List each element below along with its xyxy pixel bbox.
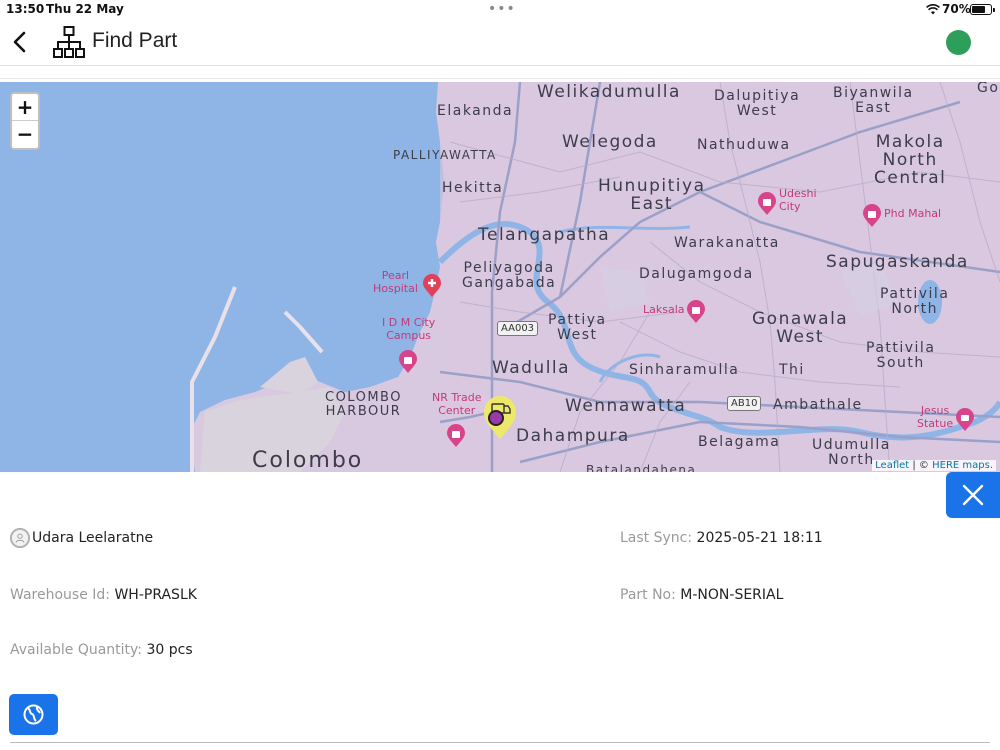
map-label-batalandahena: Batalandahena: [586, 463, 697, 472]
avatar-icon: [10, 528, 30, 548]
landmark-poi-icon[interactable]: [955, 408, 975, 432]
back-button[interactable]: [6, 26, 34, 58]
close-icon: [962, 484, 984, 506]
shopping-poi-icon[interactable]: [686, 300, 706, 324]
map-label-hekitta: Hekitta: [442, 180, 504, 196]
hospital-poi-icon[interactable]: [422, 274, 442, 298]
last-sync-label: Last Sync:: [620, 530, 693, 546]
warehouse-id: Warehouse Id: WH-PRASLK: [10, 587, 197, 603]
poi-label-phd-mahal: Phd Mahal: [884, 207, 942, 220]
available-quantity-value: 30 pcs: [146, 642, 193, 658]
map-label-peliyagoda-gangabada: Peliyagoda Gangabada: [462, 260, 557, 291]
map-label-colombo-harbour: COLOMBO HARBOUR: [325, 390, 402, 419]
map-label-sapugaskanda: Sapugaskanda: [826, 252, 969, 272]
map-view[interactable]: Welikadumulla Elakanda Dalupitiya West B…: [0, 82, 1000, 472]
map-label-welegoda: Welegoda: [562, 132, 658, 152]
connection-status-indicator: [946, 30, 971, 55]
map-label-wadulla: Wadulla: [492, 358, 571, 378]
poi-label-jesus-statue: Jesus Statue: [917, 404, 954, 430]
map-label-telangapatha: Telangapatha: [478, 225, 611, 245]
map-label-gonawala-west: Gonawala West: [752, 309, 849, 347]
part-number-value: M-NON-SERIAL: [680, 587, 784, 603]
map-label-dalupitiya-west: Dalupitiya West: [714, 88, 801, 119]
school-poi-icon[interactable]: [398, 350, 418, 374]
map-label-sinharamulla: Sinharamulla: [629, 362, 740, 378]
zoom-in-button[interactable]: +: [12, 94, 38, 121]
warehouse-id-label: Warehouse Id:: [10, 587, 110, 603]
poi-label-nr-trade-center: NR Trade Center: [432, 391, 482, 417]
map-label-go: Go: [977, 82, 1000, 96]
map-label-welikadumulla: Welikadumulla: [537, 82, 681, 102]
available-quantity-label: Available Quantity:: [10, 642, 143, 658]
map-label-biyanwila-east: Biyanwila East: [833, 85, 914, 116]
user-name: Udara Leelaratne: [32, 530, 154, 546]
shopping-poi-icon[interactable]: [446, 424, 466, 448]
map-label-elakanda: Elakanda: [437, 103, 514, 119]
map-label-belagama: Belagama: [698, 434, 781, 450]
attribution-separator: | ©: [909, 460, 933, 471]
map-label-pattivila-south: Pattivila South: [866, 340, 936, 371]
poi-label-pearl-hospital: Pearl Hospital: [373, 269, 418, 295]
map-label-dalugamgoda: Dalugamgoda: [639, 266, 754, 282]
map-label-makola-north-central: Makola North Central: [874, 132, 947, 188]
poi-label-laksala: Laksala: [643, 303, 685, 316]
last-sync-value: 2025-05-21 18:11: [696, 530, 823, 546]
hierarchy-icon: [53, 26, 85, 58]
map-label-warakanatta: Warakanatta: [674, 235, 780, 251]
leaflet-link[interactable]: Leaflet: [875, 460, 909, 471]
divider: [0, 78, 1000, 79]
close-map-button[interactable]: [946, 472, 1000, 518]
map-label-pattivila-north: Pattivila North: [880, 286, 950, 317]
last-sync: Last Sync: 2025-05-21 18:11: [620, 530, 823, 546]
battery-icon: [970, 4, 995, 15]
shopping-poi-icon[interactable]: [862, 204, 882, 228]
map-label-pattiya-west: Pattiya West: [548, 312, 607, 343]
bottom-divider: [10, 742, 990, 743]
part-number-label: Part No:: [620, 587, 676, 603]
zoom-out-button[interactable]: −: [12, 121, 38, 148]
part-location-marker-icon[interactable]: [482, 394, 518, 440]
multitasking-dots-icon[interactable]: •••: [488, 1, 516, 17]
poi-label-udeshi-city: Udeshi City: [779, 187, 817, 213]
map-label-ambathale: Ambathale: [773, 397, 863, 413]
poi-label-idm-city-campus: I D M City Campus: [382, 316, 436, 342]
status-date: Thu 22 May: [46, 2, 124, 16]
map-label-palliyawatta: PALLIYAWATTA: [393, 148, 497, 162]
part-number: Part No: M-NON-SERIAL: [620, 587, 783, 603]
shopping-poi-icon[interactable]: [757, 192, 777, 216]
available-quantity: Available Quantity: 30 pcs: [10, 642, 193, 658]
here-maps-link[interactable]: HERE maps.: [932, 460, 993, 471]
page-title: Find Part: [92, 29, 178, 52]
status-bar: 13:50 Thu 22 May ••• 70%: [0, 0, 1000, 20]
battery-percentage: 70%: [942, 2, 971, 16]
zoom-control: + −: [10, 92, 40, 150]
map-label-nathuduwa: Nathuduwa: [697, 137, 791, 153]
globe-icon: [23, 704, 44, 725]
road-shield-aa003: AA003: [497, 321, 539, 336]
show-on-map-button[interactable]: [9, 694, 58, 735]
map-label-thi: Thi: [779, 362, 805, 378]
map-attribution: Leaflet | © HERE maps.: [872, 460, 996, 471]
warehouse-id-value: WH-PRASLK: [114, 587, 197, 603]
app-header: Find Part: [0, 20, 1000, 66]
road-shield-ab10: AB10: [727, 396, 762, 411]
map-label-dahampura: Dahampura: [516, 426, 630, 446]
map-label-hunupitiya-east: Hunupitiya East: [598, 176, 706, 214]
status-time: 13:50: [6, 2, 45, 16]
map-label-wennawatta: Wennawatta: [565, 396, 687, 416]
map-label-colombo: Colombo: [252, 448, 364, 472]
wifi-icon: [926, 4, 940, 15]
